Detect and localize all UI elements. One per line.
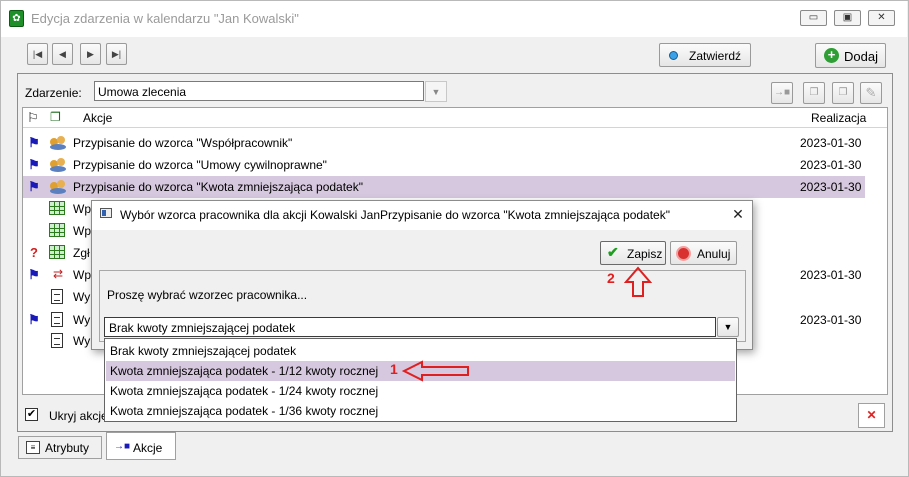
action-tool-1-icon[interactable]: →■ xyxy=(771,82,793,104)
minimize-button[interactable]: ▭ xyxy=(800,10,827,26)
people-icon xyxy=(49,157,67,173)
table-grid-icon xyxy=(49,201,65,215)
dialog-window-icon xyxy=(100,208,112,218)
confirm-icon xyxy=(669,51,678,60)
row-text: Przypisanie do wzorca "Kwota zmniejszają… xyxy=(73,180,363,194)
row-text: Wp xyxy=(73,202,91,216)
flag-header-icon: ⚐ xyxy=(27,110,39,125)
dialog-title: Wybór wzorca pracownika dla akcji Kowals… xyxy=(120,208,670,222)
row-date: 2023-01-30 xyxy=(800,180,862,194)
row-text: Przypisanie do wzorca "Współpracownik" xyxy=(73,136,293,150)
blue-flag-icon: ⚑ xyxy=(28,312,40,327)
event-value: Umowa zlecenia xyxy=(98,85,187,99)
transfer-icon: ⇄ xyxy=(52,267,64,281)
save-label: Zapisz xyxy=(627,247,663,261)
blue-flag-icon: ⚑ xyxy=(28,157,40,172)
tab-actions[interactable]: →■ Akcje xyxy=(106,432,176,460)
blue-flag-icon: ⚑ xyxy=(28,135,40,150)
row-date: 2023-01-30 xyxy=(800,136,862,150)
actions-tab-icon: →■ xyxy=(114,441,131,452)
row-text: Wy xyxy=(73,290,91,304)
blue-flag-icon: ⚑ xyxy=(28,179,40,194)
question-icon: ? xyxy=(30,245,38,260)
template-select-arrow[interactable]: ▼ xyxy=(717,317,739,337)
template-selected-value: Brak kwoty zmniejszającej podatek xyxy=(109,321,296,335)
col-realization: Realizacja xyxy=(811,111,867,125)
nav-last-button[interactable]: ▶| xyxy=(106,43,127,65)
event-label: Zdarzenie: xyxy=(25,86,82,100)
dialog-prompt: Proszę wybrać wzorzec pracownika... xyxy=(107,288,308,302)
confirm-label: Zatwierdź xyxy=(689,49,742,63)
document-icon xyxy=(51,289,63,304)
cancel-icon xyxy=(676,246,691,261)
row-text: Zgł xyxy=(73,246,90,260)
cancel-label: Anuluj xyxy=(697,247,731,261)
plus-icon: + xyxy=(824,48,839,63)
document-icon xyxy=(51,333,63,348)
event-combo[interactable]: Umowa zlecenia xyxy=(94,81,424,101)
edit-pencil-icon[interactable]: ✎ xyxy=(860,82,882,104)
row-date: 2023-01-30 xyxy=(800,268,862,282)
list-header: ⚐ ❐ Akcje Realizacja xyxy=(23,108,887,128)
delete-button[interactable]: ✕ xyxy=(858,403,885,428)
row-date: 2023-01-30 xyxy=(800,313,862,327)
add-label: Dodaj xyxy=(844,49,878,64)
event-combo-arrow[interactable]: ▼ xyxy=(425,81,447,102)
confirm-button[interactable]: Zatwierdź xyxy=(659,43,751,67)
nav-next-button[interactable]: ▶ xyxy=(80,43,101,65)
annotation-step-1: 1 xyxy=(390,361,398,377)
blue-flag-icon: ⚑ xyxy=(28,267,40,282)
hide-actions-label: Ukryj akcje xyxy=(49,409,108,423)
save-button[interactable]: ✔ Zapisz xyxy=(600,241,666,265)
row-text: Wy xyxy=(73,313,91,327)
cancel-button[interactable]: Anuluj xyxy=(670,241,737,265)
row-text: Wp xyxy=(73,268,91,282)
table-row[interactable]: ⚑ Przypisanie do wzorca "Umowy cywilnopr… xyxy=(23,154,865,176)
annotation-left-arrow-icon xyxy=(402,360,469,382)
nav-prev-button[interactable]: ◀ xyxy=(52,43,73,65)
app-icon: ✿ xyxy=(9,10,24,27)
tab-attributes-label: Atrybuty xyxy=(45,441,90,455)
people-icon xyxy=(49,179,67,195)
document-icon xyxy=(51,312,63,327)
row-text: Wy xyxy=(73,334,91,348)
close-button[interactable]: ✕ xyxy=(868,10,895,26)
table-row[interactable]: ⚑ Przypisanie do wzorca "Współpracownik"… xyxy=(23,132,865,154)
tab-actions-label: Akcje xyxy=(133,441,163,455)
maximize-button[interactable]: ▣ xyxy=(834,10,861,26)
template-option[interactable]: Brak kwoty zmniejszającej podatek xyxy=(106,341,735,361)
col-actions: Akcje xyxy=(83,111,113,125)
dialog-close-button[interactable]: ✕ xyxy=(729,205,747,223)
template-option[interactable]: Kwota zmniejszająca podatek - 1/36 kwoty… xyxy=(106,401,735,421)
template-select[interactable]: Brak kwoty zmniejszającej podatek xyxy=(104,317,716,337)
add-button[interactable]: + Dodaj xyxy=(815,43,886,68)
action-tool-2-icon[interactable]: ❐ xyxy=(803,82,825,104)
template-option[interactable]: Kwota zmniejszająca podatek - 1/24 kwoty… xyxy=(106,381,735,401)
table-grid-icon xyxy=(49,245,65,259)
window-title: Edycja zdarzenia w kalendarzu "Jan Kowal… xyxy=(31,11,299,26)
tab-attributes[interactable]: ≡ Atrybuty xyxy=(18,436,102,459)
people-icon xyxy=(49,135,67,151)
table-row-selected[interactable]: ⚑ Przypisanie do wzorca "Kwota zmniejsza… xyxy=(23,176,865,198)
row-date: 2023-01-30 xyxy=(800,158,862,172)
checkmark-icon: ✔ xyxy=(607,244,619,260)
annotation-up-arrow-icon xyxy=(624,266,652,297)
attributes-icon: ≡ xyxy=(26,441,40,454)
copy-header-icon: ❐ xyxy=(50,110,61,124)
table-grid-icon xyxy=(49,223,65,237)
annotation-step-2: 2 xyxy=(607,270,615,286)
row-text: Wp xyxy=(73,224,91,238)
row-text: Przypisanie do wzorca "Umowy cywilnopraw… xyxy=(73,158,327,172)
hide-actions-checkbox[interactable]: ✔ xyxy=(25,408,38,421)
nav-first-button[interactable]: |◀ xyxy=(27,43,48,65)
action-tool-3-icon[interactable]: ❐ xyxy=(832,82,854,104)
